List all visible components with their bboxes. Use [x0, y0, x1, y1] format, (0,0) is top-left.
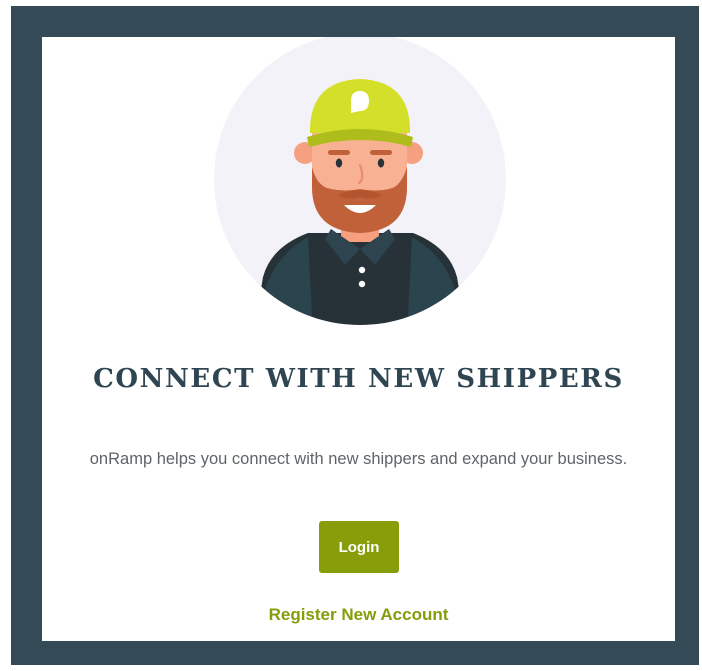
page-title: CONNECT WITH NEW SHIPPERS	[93, 364, 624, 394]
page-frame: CONNECT WITH NEW SHIPPERS onRamp helps y…	[11, 6, 699, 665]
page-description: onRamp helps you connect with new shippe…	[89, 450, 628, 468]
register-new-account-link[interactable]: Register New Account	[42, 605, 675, 625]
welcome-card: CONNECT WITH NEW SHIPPERS onRamp helps y…	[42, 37, 675, 641]
login-button[interactable]: Login	[319, 521, 399, 573]
delivery-driver-avatar-icon	[214, 37, 506, 325]
